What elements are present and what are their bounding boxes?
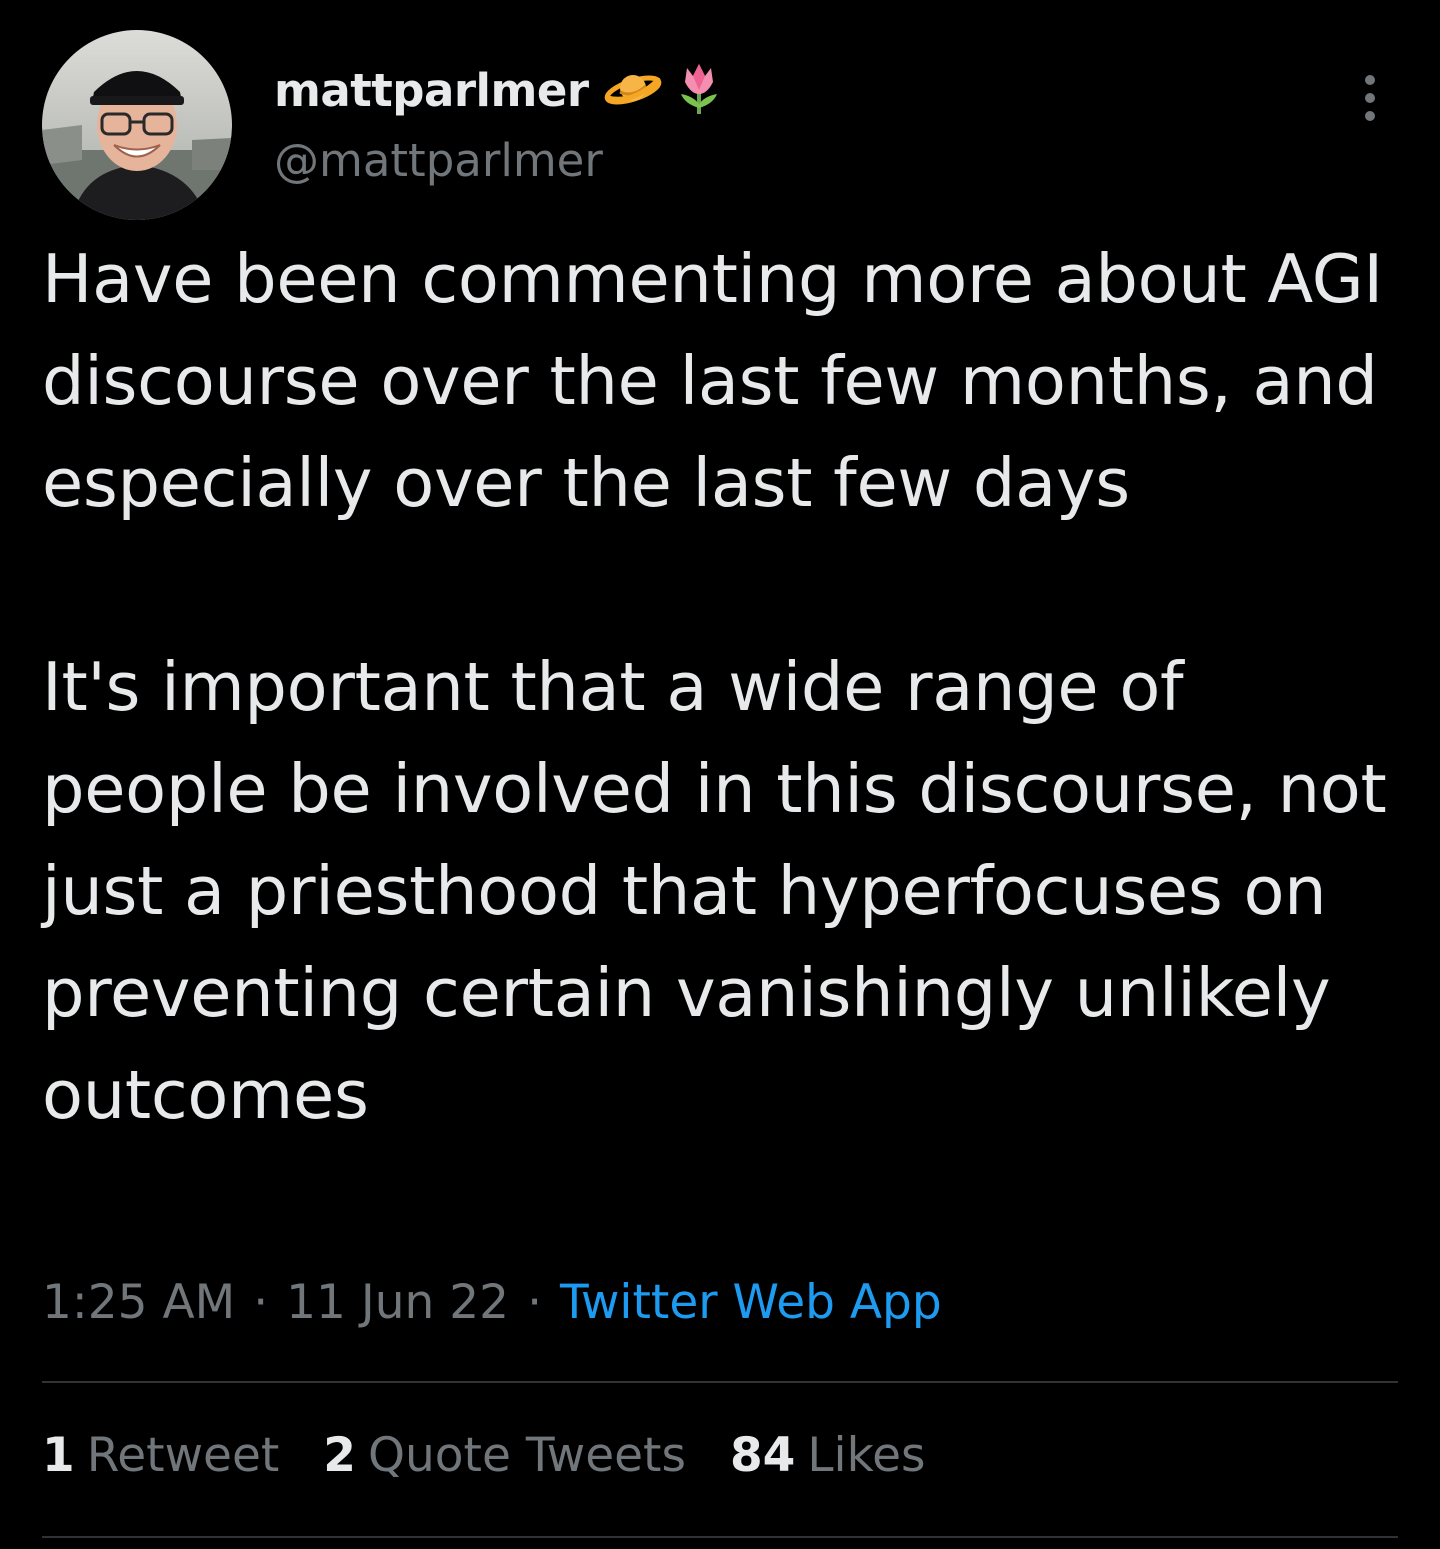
meta-separator: · — [253, 1275, 269, 1330]
divider — [42, 1536, 1398, 1538]
more-dots-icon — [1365, 75, 1375, 121]
avatar-image — [42, 30, 232, 220]
avatar[interactable] — [42, 30, 232, 220]
quote-tweets-stat[interactable]: 2 Quote Tweets — [323, 1428, 686, 1483]
display-name-row: mattparlmer — [274, 60, 721, 120]
quote-tweets-count: 2 — [323, 1428, 356, 1483]
tweet-stats: 1 Retweet 2 Quote Tweets 84 Likes — [42, 1428, 970, 1483]
author-names: mattparlmer @mattparlmer — [274, 60, 721, 187]
tweet-header: mattparlmer @mattparlmer — [42, 30, 1398, 220]
tweet-meta: 1:25 AM · 11 Jun 22 · Twitter Web App — [42, 1275, 942, 1330]
ringed-planet-icon — [603, 66, 663, 115]
tulip-icon — [677, 60, 721, 121]
likes-stat[interactable]: 84 Likes — [730, 1428, 926, 1483]
likes-label: Likes — [807, 1428, 926, 1483]
retweets-count: 1 — [42, 1428, 75, 1483]
more-options-button[interactable] — [1350, 68, 1390, 128]
tweet: mattparlmer @mattparlmer Have been comme… — [0, 0, 1440, 1549]
divider — [42, 1381, 1398, 1383]
tweet-paragraph: Have been commenting more about AGI disc… — [42, 240, 1383, 522]
likes-count: 84 — [729, 1428, 796, 1483]
retweets-label: Retweet — [86, 1428, 280, 1483]
tweet-text: Have been commenting more about AGI disc… — [42, 228, 1402, 1146]
quote-tweets-label: Quote Tweets — [368, 1428, 686, 1483]
meta-separator: · — [527, 1275, 543, 1330]
author-handle[interactable]: @mattparlmer — [274, 134, 721, 187]
tweet-source-link[interactable]: Twitter Web App — [560, 1275, 942, 1330]
display-name[interactable]: mattparlmer — [274, 64, 589, 117]
tweet-time[interactable]: 1:25 AM — [42, 1275, 235, 1330]
tweet-paragraph: It's important that a wide range of peop… — [42, 648, 1387, 1134]
tweet-date[interactable]: 11 Jun 22 — [286, 1275, 509, 1330]
retweets-stat[interactable]: 1 Retweet — [42, 1428, 279, 1483]
